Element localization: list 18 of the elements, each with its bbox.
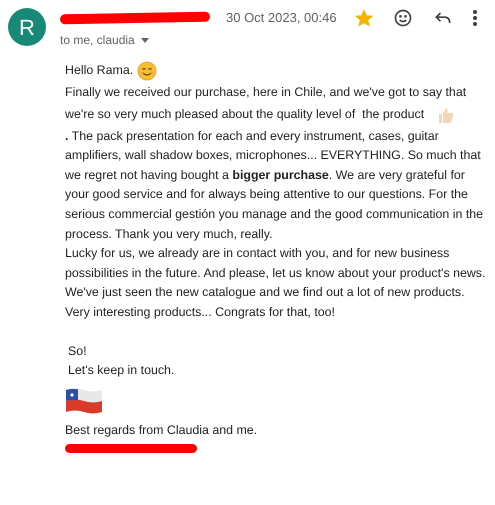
closing-text: Let's keep in touch. — [67, 362, 176, 380]
emoji-reaction-icon[interactable] — [392, 8, 413, 28]
date-text: 30 Oct 2023, 00:46 — [226, 9, 337, 28]
recipients-dropdown[interactable]: to me, claudia — [60, 31, 149, 49]
avatar: R — [8, 8, 46, 46]
smiling-face-icon — [137, 61, 158, 81]
closing-text: So! — [67, 342, 88, 360]
body-text-line: we're so very much pleased about the quality level of the product — [65, 106, 424, 123]
body-text-line: Finally we received our purchase, here in Chile, and we've got to say that — [65, 85, 466, 99]
flag-icon — [65, 386, 103, 416]
more-options-icon[interactable] — [472, 9, 478, 27]
body-paragraph: Best regards from Claudia and me. — [65, 422, 258, 439]
body-paragraph: Lucky for us, we already are in contact with you, and for new business possibilities in the future. And please, let us know about your product's news. — [65, 245, 486, 282]
caret-icon — [140, 38, 149, 42]
star-icon[interactable] — [354, 9, 373, 27]
body-paragraph: . The pack presentation for each and every instrument, cases, guitar amplifiers, wall shadow boxes, microphones... EVERYTHING. So much that we regret not having bought a bigger purchase. We are very grateful for your good service and for always being attentive to our questions. For the serious commercial gestión you manage and the good communication in the process. Thank you very much, really. — [65, 128, 484, 243]
body-paragraph: We've just seen the new catalogue and we find out a lot of new products. Very interesting products... Congrats for that, too! — [65, 284, 466, 321]
greeting-text: Hello Rama. — [65, 62, 134, 80]
